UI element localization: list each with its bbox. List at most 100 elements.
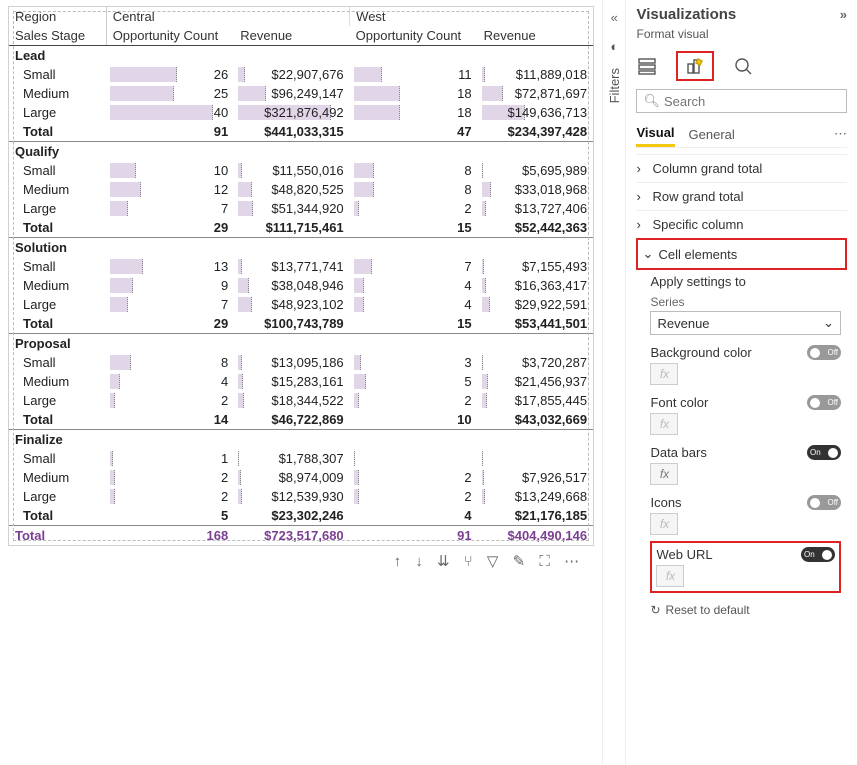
drilldown-icon[interactable]: ↓ — [415, 553, 423, 570]
table-cell[interactable]: $5,695,989 — [478, 161, 593, 180]
col-sales-stage[interactable]: Sales Stage — [9, 26, 106, 46]
table-cell[interactable]: $51,344,920 — [234, 199, 349, 218]
table-cell[interactable]: 4 — [350, 276, 478, 295]
matrix-visual[interactable]: Region Central West Sales Stage Opportun… — [8, 6, 594, 546]
focus-icon[interactable]: ⛶ — [539, 553, 550, 570]
icons-fx-button[interactable]: fx — [650, 513, 678, 535]
table-cell[interactable]: 1 — [106, 449, 234, 468]
search-field[interactable] — [664, 94, 840, 109]
section-row-grand-total[interactable]: ›Row grand total — [636, 182, 847, 210]
table-cell[interactable]: 18 — [350, 84, 478, 103]
table-cell[interactable]: 7 — [106, 295, 234, 314]
col-region[interactable]: Region — [9, 7, 106, 26]
font-color-toggle[interactable]: Off — [807, 395, 841, 410]
expand-icon[interactable]: » — [840, 7, 847, 22]
col-central[interactable]: Central — [106, 7, 349, 26]
analytics-icon[interactable] — [732, 55, 754, 77]
table-cell[interactable]: 2 — [350, 487, 478, 506]
table-cell[interactable]: $11,889,018 — [478, 65, 593, 84]
table-row[interactable]: Large40$321,876,49218$149,636,713 — [9, 103, 593, 122]
spotlight-icon[interactable]: ✎ — [513, 553, 526, 570]
section-cell-elements[interactable]: ⌄Cell elements — [636, 238, 847, 270]
table-cell[interactable]: $321,876,492 — [234, 103, 349, 122]
more-icon[interactable]: ⋯ — [564, 553, 579, 570]
table-cell[interactable]: $3,720,287 — [478, 353, 593, 372]
table-cell[interactable]: 40 — [106, 103, 234, 122]
data-bars-fx-button[interactable]: fx — [650, 463, 678, 485]
table-cell[interactable]: 10 — [106, 161, 234, 180]
table-cell[interactable]: $13,249,668 — [478, 487, 593, 506]
fork-icon[interactable]: ⑂ — [464, 553, 473, 570]
table-cell[interactable]: 2 — [106, 487, 234, 506]
table-row[interactable]: Small13$13,771,7417$7,155,493 — [9, 257, 593, 276]
weburl-toggle[interactable]: On — [801, 547, 835, 562]
table-cell[interactable]: 8 — [350, 161, 478, 180]
bg-color-toggle[interactable]: Off — [807, 345, 841, 360]
table-cell[interactable]: $72,871,697 — [478, 84, 593, 103]
bg-color-fx-button[interactable]: fx — [650, 363, 678, 385]
col-rev-central[interactable]: Revenue — [234, 26, 349, 46]
format-visual-icon[interactable] — [684, 55, 706, 77]
table-cell[interactable]: 4 — [106, 372, 234, 391]
table-row[interactable]: Medium25$96,249,14718$72,871,697 — [9, 84, 593, 103]
table-cell[interactable]: 13 — [106, 257, 234, 276]
table-cell[interactable]: $48,820,525 — [234, 180, 349, 199]
weburl-fx-button[interactable]: fx — [656, 565, 684, 587]
table-cell[interactable]: 2 — [106, 391, 234, 410]
table-cell[interactable]: 12 — [106, 180, 234, 199]
data-bars-toggle[interactable]: On — [807, 445, 841, 460]
table-subtotal[interactable]: Total14$46,722,86910$43,032,669 — [9, 410, 593, 430]
table-cell[interactable]: $7,926,517 — [478, 468, 593, 487]
table-cell[interactable]: $38,048,946 — [234, 276, 349, 295]
table-cell[interactable]: 9 — [106, 276, 234, 295]
icons-toggle[interactable]: Off — [807, 495, 841, 510]
table-cell[interactable]: $22,907,676 — [234, 65, 349, 84]
table-cell[interactable]: 2 — [350, 468, 478, 487]
table-cell[interactable] — [478, 449, 593, 468]
table-row[interactable]: Large2$12,539,9302$13,249,668 — [9, 487, 593, 506]
table-cell[interactable]: $18,344,522 — [234, 391, 349, 410]
table-cell[interactable]: 4 — [350, 295, 478, 314]
table-cell[interactable]: 3 — [350, 353, 478, 372]
table-group-header[interactable]: Finalize — [9, 430, 593, 450]
table-subtotal[interactable]: Total5$23,302,2464$21,176,185 — [9, 506, 593, 526]
tab-more-icon[interactable]: ⋯ — [834, 126, 847, 142]
table-row[interactable]: Medium2$8,974,0092$7,926,517 — [9, 468, 593, 487]
table-cell[interactable]: $29,922,591 — [478, 295, 593, 314]
table-cell[interactable]: 2 — [106, 468, 234, 487]
table-cell[interactable]: $96,249,147 — [234, 84, 349, 103]
table-row[interactable]: Small8$13,095,1863$3,720,287 — [9, 353, 593, 372]
table-group-header[interactable]: Lead — [9, 46, 593, 66]
table-cell[interactable]: 7 — [106, 199, 234, 218]
table-cell[interactable]: $149,636,713 — [478, 103, 593, 122]
filters-label[interactable]: Filters — [607, 68, 622, 103]
table-cell[interactable]: 25 — [106, 84, 234, 103]
table-cell[interactable]: 5 — [350, 372, 478, 391]
table-row[interactable]: Large7$51,344,9202$13,727,406 — [9, 199, 593, 218]
table-cell[interactable]: 18 — [350, 103, 478, 122]
font-color-fx-button[interactable]: fx — [650, 413, 678, 435]
table-cell[interactable]: $16,363,417 — [478, 276, 593, 295]
table-cell[interactable]: $15,283,161 — [234, 372, 349, 391]
table-cell[interactable]: $8,974,009 — [234, 468, 349, 487]
search-input[interactable]: 🔍︎ — [636, 89, 847, 113]
table-row[interactable]: Small10$11,550,0168$5,695,989 — [9, 161, 593, 180]
filter-icon[interactable]: ▽ — [487, 553, 499, 570]
table-cell[interactable]: $48,923,102 — [234, 295, 349, 314]
col-west[interactable]: West — [350, 7, 593, 26]
table-cell[interactable]: $7,155,493 — [478, 257, 593, 276]
col-rev-west[interactable]: Revenue — [478, 26, 593, 46]
table-cell[interactable]: $12,539,930 — [234, 487, 349, 506]
collapse-icon[interactable]: « — [611, 10, 618, 25]
table-row[interactable]: Small26$22,907,67611$11,889,018 — [9, 65, 593, 84]
table-row[interactable]: Medium12$48,820,5258$33,018,968 — [9, 180, 593, 199]
section-specific-column[interactable]: ›Specific column — [636, 210, 847, 238]
series-dropdown[interactable]: Revenue ⌄ — [650, 311, 841, 335]
table-row[interactable]: Large2$18,344,5222$17,855,445 — [9, 391, 593, 410]
table-cell[interactable]: 26 — [106, 65, 234, 84]
table-row[interactable]: Medium9$38,048,9464$16,363,417 — [9, 276, 593, 295]
col-opp-central[interactable]: Opportunity Count — [106, 26, 234, 46]
table-row[interactable]: Large7$48,923,1024$29,922,591 — [9, 295, 593, 314]
table-row[interactable]: Medium4$15,283,1615$21,456,937 — [9, 372, 593, 391]
table-cell[interactable]: 2 — [350, 391, 478, 410]
